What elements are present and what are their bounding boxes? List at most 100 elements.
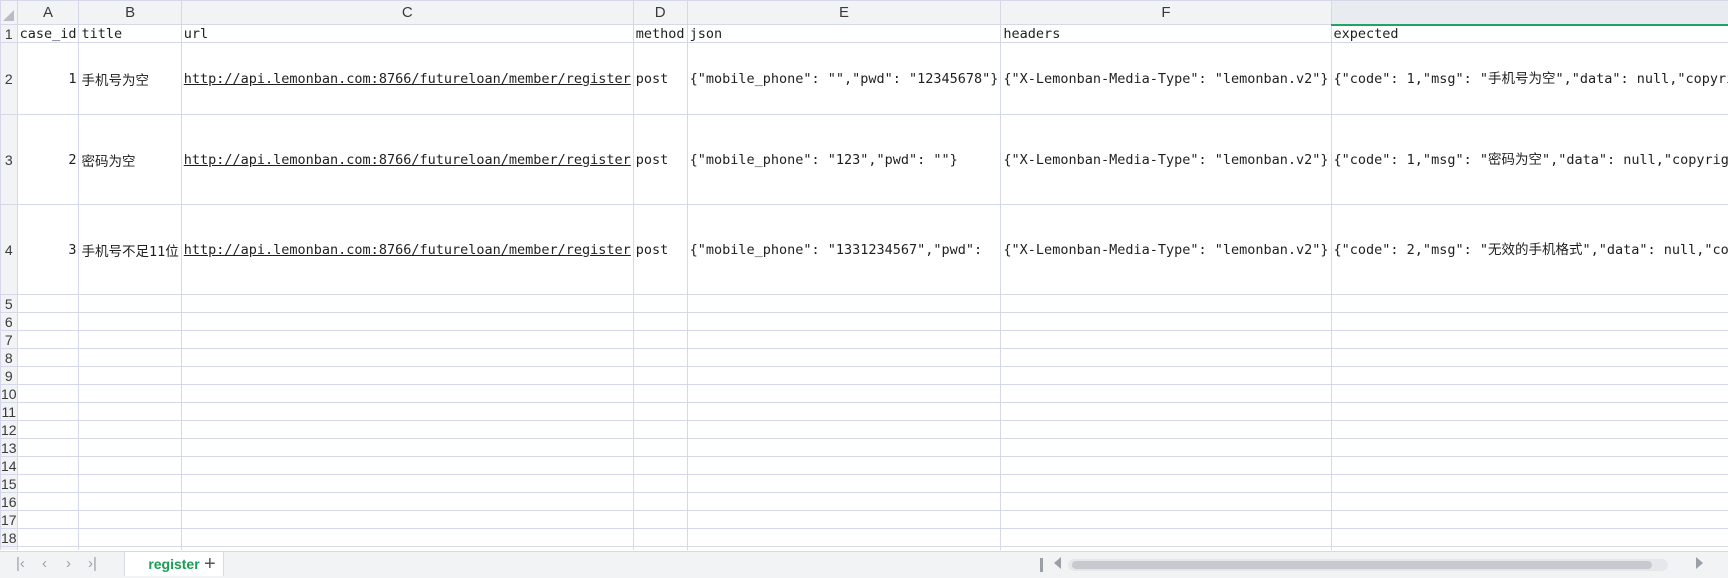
empty-cell[interactable] — [78, 312, 182, 331]
cell-d1[interactable]: method — [632, 24, 688, 43]
empty-cell[interactable] — [632, 366, 688, 385]
cell-g2[interactable]: {"code": 1,"msg": "手机号为空","data": null,"… — [1330, 42, 1728, 115]
cell-b3[interactable]: 密码为空 — [78, 114, 182, 205]
empty-cell[interactable] — [180, 438, 634, 457]
empty-cell[interactable] — [686, 294, 1002, 313]
cell-b2[interactable]: 手机号为空 — [78, 42, 182, 115]
empty-cell[interactable] — [16, 420, 80, 439]
row-header-5[interactable]: 5 — [0, 294, 18, 313]
empty-cell[interactable] — [686, 474, 1002, 493]
empty-cell[interactable] — [1000, 510, 1332, 529]
empty-cell[interactable] — [180, 510, 634, 529]
empty-cell[interactable] — [180, 384, 634, 403]
empty-cell[interactable] — [78, 420, 182, 439]
cell-b4[interactable]: 手机号不足11位 — [78, 204, 182, 295]
empty-cell[interactable] — [632, 420, 688, 439]
empty-cell[interactable] — [686, 366, 1002, 385]
empty-cell[interactable] — [1330, 312, 1728, 331]
column-header-f[interactable]: F — [1000, 0, 1332, 25]
empty-cell[interactable] — [686, 492, 1002, 511]
empty-cell[interactable] — [1330, 438, 1728, 457]
empty-cell[interactable] — [1330, 330, 1728, 349]
empty-cell[interactable] — [1000, 492, 1332, 511]
row-header-1[interactable]: 1 — [0, 24, 18, 43]
empty-cell[interactable] — [16, 474, 80, 493]
empty-cell[interactable] — [180, 348, 634, 367]
empty-cell[interactable] — [78, 330, 182, 349]
cell-e4[interactable]: {"mobile_phone": "1331234567","pwd": — [686, 204, 1002, 295]
empty-cell[interactable] — [180, 528, 634, 547]
cell-d3[interactable]: post — [632, 114, 688, 205]
empty-cell[interactable] — [1000, 456, 1332, 475]
empty-cell[interactable] — [632, 330, 688, 349]
empty-cell[interactable] — [686, 546, 1002, 550]
empty-cell[interactable] — [1330, 384, 1728, 403]
empty-cell[interactable] — [1330, 348, 1728, 367]
empty-cell[interactable] — [632, 510, 688, 529]
empty-cell[interactable] — [78, 528, 182, 547]
empty-cell[interactable] — [632, 456, 688, 475]
next-sheet-icon[interactable]: › — [66, 555, 71, 572]
empty-cell[interactable] — [180, 402, 634, 421]
horizontal-scrollbar-thumb[interactable] — [1072, 561, 1652, 569]
row-header-12[interactable]: 12 — [0, 420, 18, 439]
cell-b1[interactable]: title — [78, 24, 182, 43]
empty-cell[interactable] — [1000, 546, 1332, 550]
cell-d4[interactable]: post — [632, 204, 688, 295]
empty-cell[interactable] — [632, 402, 688, 421]
prev-sheet-icon[interactable]: ‹ — [42, 555, 47, 572]
row-header-3[interactable]: 3 — [0, 114, 18, 205]
empty-cell[interactable] — [632, 474, 688, 493]
select-all-corner[interactable] — [0, 0, 18, 25]
empty-cell[interactable] — [16, 330, 80, 349]
empty-cell[interactable] — [180, 330, 634, 349]
empty-cell[interactable] — [16, 528, 80, 547]
column-header-g[interactable]: G — [1330, 0, 1728, 26]
empty-cell[interactable] — [78, 474, 182, 493]
empty-cell[interactable] — [632, 348, 688, 367]
empty-cell[interactable] — [16, 438, 80, 457]
cell-c3-link[interactable]: http://api.lemonban.com:8766/futureloan/… — [180, 114, 634, 205]
empty-cell[interactable] — [686, 312, 1002, 331]
cell-a3[interactable]: 2 — [16, 114, 80, 205]
empty-cell[interactable] — [1000, 348, 1332, 367]
empty-cell[interactable] — [632, 492, 688, 511]
empty-cell[interactable] — [1000, 474, 1332, 493]
empty-cell[interactable] — [78, 546, 182, 550]
empty-cell[interactable] — [16, 546, 80, 550]
empty-cell[interactable] — [16, 366, 80, 385]
empty-cell[interactable] — [180, 366, 634, 385]
empty-cell[interactable] — [1330, 546, 1728, 550]
empty-cell[interactable] — [78, 438, 182, 457]
row-header-15[interactable]: 15 — [0, 474, 18, 493]
row-header-4[interactable]: 4 — [0, 204, 18, 295]
empty-cell[interactable] — [78, 510, 182, 529]
empty-cell[interactable] — [686, 456, 1002, 475]
row-header-17[interactable]: 17 — [0, 510, 18, 529]
cell-e2[interactable]: {"mobile_phone": "","pwd": "12345678"} — [686, 42, 1002, 115]
row-header-13[interactable]: 13 — [0, 438, 18, 457]
row-header-8[interactable]: 8 — [0, 348, 18, 367]
empty-cell[interactable] — [180, 474, 634, 493]
empty-cell[interactable] — [16, 348, 80, 367]
empty-cell[interactable] — [1000, 330, 1332, 349]
empty-cell[interactable] — [180, 456, 634, 475]
empty-cell[interactable] — [1000, 366, 1332, 385]
empty-cell[interactable] — [1000, 528, 1332, 547]
cell-c2-link[interactable]: http://api.lemonban.com:8766/futureloan/… — [180, 42, 634, 115]
empty-cell[interactable] — [78, 366, 182, 385]
row-header-7[interactable]: 7 — [0, 330, 18, 349]
empty-cell[interactable] — [16, 312, 80, 331]
empty-cell[interactable] — [686, 348, 1002, 367]
cell-e3[interactable]: {"mobile_phone": "123","pwd": ""} — [686, 114, 1002, 205]
empty-cell[interactable] — [1330, 420, 1728, 439]
empty-cell[interactable] — [1330, 402, 1728, 421]
empty-cell[interactable] — [16, 492, 80, 511]
empty-cell[interactable] — [632, 312, 688, 331]
cell-d2[interactable]: post — [632, 42, 688, 115]
empty-cell[interactable] — [1330, 492, 1728, 511]
row-header-16[interactable]: 16 — [0, 492, 18, 511]
row-header-2[interactable]: 2 — [0, 42, 18, 115]
empty-cell[interactable] — [180, 294, 634, 313]
empty-cell[interactable] — [180, 420, 634, 439]
